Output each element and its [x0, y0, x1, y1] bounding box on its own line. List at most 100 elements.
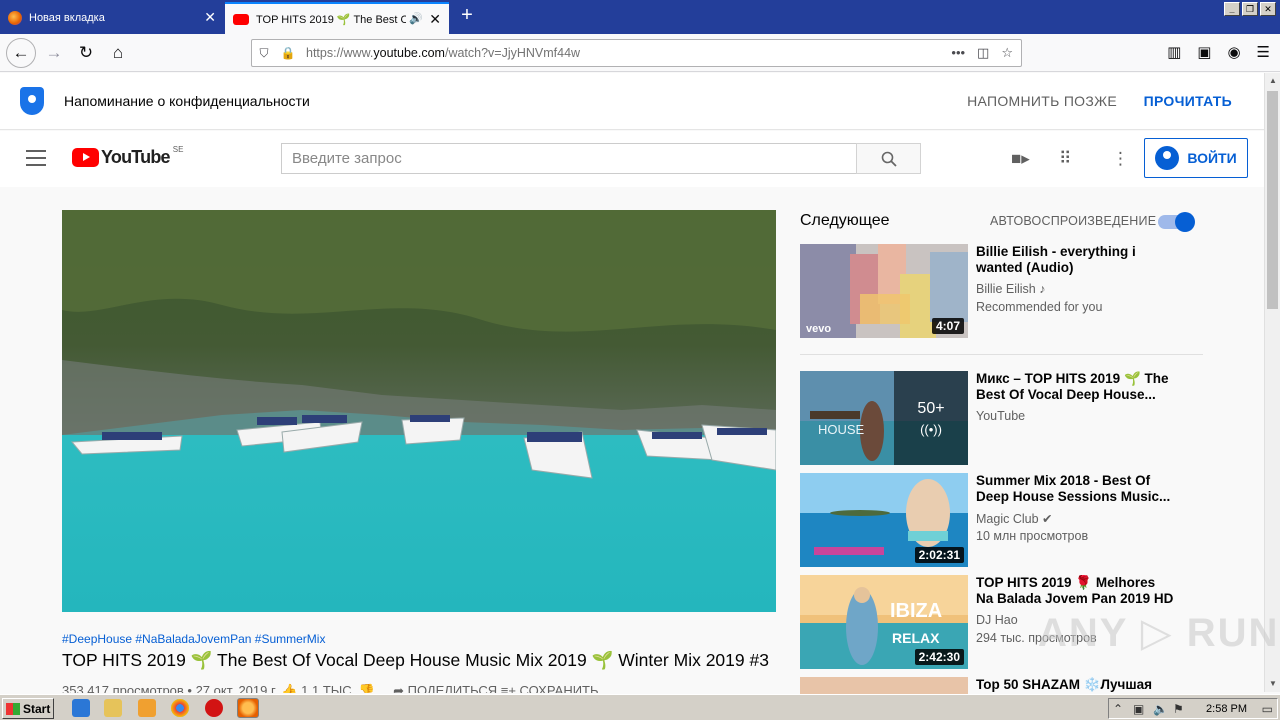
windows-taskbar: Start ⌃ ▣ 🔈 ⚑ 2:58 PM ▭	[0, 694, 1280, 720]
privacy-reminder-bar: Напоминание о конфиденциальности НАПОМНИ…	[0, 73, 1264, 130]
pocket-icon[interactable]: ◫	[977, 45, 989, 61]
channel-name[interactable]: YouTube	[976, 409, 1025, 423]
bookmark-star-icon[interactable]: ☆	[1001, 45, 1013, 61]
youtube-logo[interactable]: YouTube SE	[72, 145, 183, 168]
recommendation-title[interactable]: TOP HITS 2019 🌹 Melhores Na Balada Jovem…	[976, 575, 1176, 607]
privacy-shield-icon	[20, 87, 44, 115]
svg-text:HOUSE: HOUSE	[818, 422, 865, 437]
folder-icon[interactable]	[104, 699, 122, 717]
close-tab-icon[interactable]: ✕	[204, 10, 216, 24]
speaker-icon[interactable]: 🔊	[409, 12, 423, 25]
tab-youtube[interactable]: TOP HITS 2019 🌱 The Best Of 🔊 ✕	[225, 2, 449, 34]
recommendation-info: Recommended for you	[976, 300, 1103, 314]
search-icon	[881, 151, 897, 167]
chrome-icon[interactable]	[171, 699, 189, 717]
video-thumbnail[interactable]: HOUSE 50+ ((•))	[800, 371, 968, 465]
close-window-button[interactable]: ✕	[1260, 2, 1276, 16]
media-player-icon[interactable]	[138, 699, 156, 717]
duration-badge: 2:42:30	[914, 649, 964, 665]
account-circle-icon	[1155, 146, 1180, 170]
recommendation-item[interactable]: 2:02:31 Summer Mix 2018 - Best Of Deep H…	[800, 473, 1203, 567]
hamburger-menu-icon[interactable]	[26, 150, 46, 166]
url-text[interactable]: https://www.youtube.com/watch?v=JjyHNVmf…	[306, 46, 951, 60]
account-icon[interactable]: ◉	[1227, 43, 1240, 61]
new-tab-button[interactable]: +	[456, 4, 478, 27]
video-thumbnail[interactable]: IBIZA RELAX 2:42:30	[800, 575, 968, 669]
anyrun-watermark: ANY ▷ RUN	[1038, 611, 1280, 655]
restore-button[interactable]: ❐	[1242, 2, 1258, 16]
window-controls: _ ❐ ✕	[1224, 2, 1276, 16]
reload-button[interactable]: ↻	[72, 39, 100, 67]
apps-grid-icon[interactable]: ⠿	[1059, 149, 1071, 169]
tab-strip: Новая вкладка ✕ TOP HITS 2019 🌱 The Best…	[0, 0, 1280, 34]
library-icon[interactable]: ▥	[1167, 43, 1181, 61]
page-scrollbar[interactable]: ▲ ▼	[1264, 73, 1280, 692]
recommendation-title[interactable]: Микс – TOP HITS 2019 🌱 The Best Of Vocal…	[976, 371, 1176, 403]
firefox-icon	[8, 11, 22, 25]
firefox-taskbar-button[interactable]	[237, 698, 259, 718]
back-button[interactable]: ←	[6, 38, 36, 68]
recommendation-item[interactable]: vevo 4:07 Billie Eilish - everything i w…	[800, 244, 1203, 338]
start-button[interactable]: Start	[2, 698, 54, 719]
tray-expand-icon[interactable]: ⌃	[1113, 702, 1123, 716]
svg-text:IBIZA: IBIZA	[890, 600, 942, 622]
channel-name[interactable]: Billie Eilish ♪	[976, 282, 1045, 296]
page-actions-icon[interactable]: •••	[951, 45, 965, 61]
home-button[interactable]: ⌂	[104, 39, 132, 67]
tab-new-tab[interactable]: Новая вкладка ✕	[0, 2, 224, 34]
video-frame	[62, 210, 776, 612]
up-next-heading: Следующее	[800, 212, 890, 229]
tracking-shield-icon[interactable]: ⛉	[252, 46, 276, 61]
search-input[interactable]: Введите запрос	[281, 143, 857, 174]
flag-notification-icon[interactable]: ⚑	[1173, 702, 1184, 716]
scroll-up-arrow-icon[interactable]: ▲	[1265, 73, 1280, 89]
volume-icon[interactable]: 🔈	[1153, 702, 1168, 716]
opera-icon[interactable]	[205, 699, 223, 717]
search-button[interactable]	[856, 143, 921, 174]
create-video-icon[interactable]: ■▸	[1011, 149, 1030, 169]
scrollbar-thumb[interactable]	[1267, 91, 1278, 309]
tab-title: TOP HITS 2019 🌱 The Best Of	[256, 13, 406, 26]
more-vert-icon[interactable]: ⋮	[1112, 149, 1129, 169]
network-icon[interactable]: ▣	[1133, 702, 1144, 716]
recommendation-info: 10 млн просмотров	[976, 529, 1089, 543]
recommendation-item[interactable]: HOUSE 50+ ((•)) Микс – TOP HITS 2019 🌱 T…	[800, 371, 1203, 465]
recommendation-item[interactable]: Top 50 SHAZAM ❄️Лучшая	[800, 677, 1203, 694]
duration-badge: 4:07	[931, 318, 964, 334]
recommendation-title[interactable]: Billie Eilish - everything i wanted (Aud…	[976, 244, 1176, 276]
video-player[interactable]	[62, 210, 776, 612]
youtube-masthead: YouTube SE Введите запрос ■▸ ⠿ ⋮ ВОЙТИ	[0, 131, 1264, 187]
lock-icon[interactable]: 🔒	[276, 46, 300, 60]
channel-name[interactable]: DJ Hao	[976, 613, 1018, 627]
recommendation-title[interactable]: Summer Mix 2018 - Best Of Deep House Ses…	[976, 473, 1176, 505]
menu-icon[interactable]: ☰	[1257, 43, 1270, 61]
video-hashtags[interactable]: #DeepHouse #NaBaladaJovemPan #SummerMix	[62, 632, 325, 646]
mix-broadcast-icon: ((•))	[920, 421, 942, 437]
sign-in-button[interactable]: ВОЙТИ	[1144, 138, 1248, 178]
video-thumbnail[interactable]	[800, 677, 968, 694]
scroll-down-arrow-icon[interactable]: ▼	[1265, 676, 1280, 692]
recommendation-title[interactable]: Top 50 SHAZAM ❄️Лучшая	[976, 677, 1176, 693]
video-thumbnail[interactable]: 2:02:31	[800, 473, 968, 567]
show-desktop-icon[interactable]: ▭	[1262, 702, 1273, 716]
video-title: TOP HITS 2019 🌱 The Best Of Vocal Deep H…	[62, 650, 769, 670]
tab-title: Новая вкладка	[29, 12, 105, 24]
autoplay-toggle[interactable]	[1158, 212, 1195, 232]
read-button[interactable]: ПРОЧИТАТЬ	[1144, 93, 1232, 109]
sidebar-icon[interactable]: ▣	[1197, 43, 1211, 61]
svg-text:RELAX: RELAX	[892, 630, 940, 646]
autoplay-label: АВТОВОСПРОИЗВЕДЕНИЕ	[990, 214, 1157, 228]
close-tab-icon[interactable]: ✕	[429, 12, 441, 26]
clock[interactable]: 2:58 PM	[1206, 703, 1247, 715]
channel-name[interactable]: Magic Club ✔	[976, 511, 1052, 526]
forward-button[interactable]: →	[40, 39, 68, 67]
minimize-button[interactable]: _	[1224, 2, 1240, 16]
youtube-favicon-icon	[233, 13, 249, 25]
youtube-play-icon	[72, 148, 99, 167]
remind-later-button[interactable]: НАПОМНИТЬ ПОЗЖЕ	[967, 93, 1117, 109]
video-thumbnail[interactable]: vevo 4:07	[800, 244, 968, 338]
duration-badge: 2:02:31	[914, 547, 964, 563]
ie-icon[interactable]	[72, 699, 90, 717]
svg-text:vevo: vevo	[806, 323, 831, 335]
url-bar[interactable]: ⛉ 🔒 https://www.youtube.com/watch?v=JjyH…	[251, 39, 1022, 67]
